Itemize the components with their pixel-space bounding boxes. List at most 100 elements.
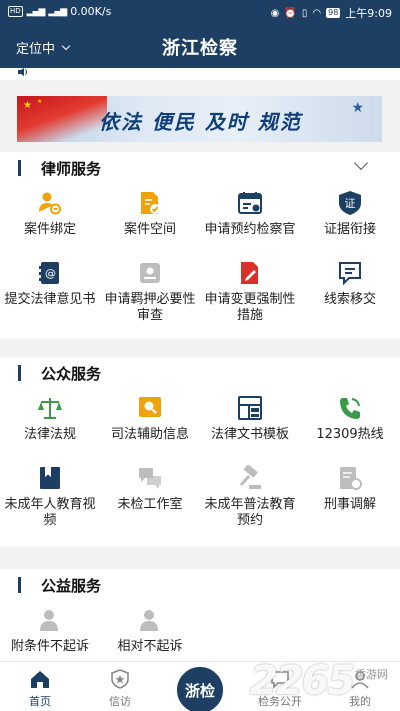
section-header: 公众服务 [0, 357, 400, 387]
template-grid-icon [237, 395, 263, 421]
clock: 上午9:09 [345, 7, 392, 20]
banner[interactable]: ★ ★ 依法 便民 及时 规范 ★ [17, 96, 382, 142]
tab-label: 我的 [349, 695, 371, 708]
lawyer-services-card: 律师服务 案件绑定 案件空间 申请预约检察官证证据衔接 @ 提交法律意见书 申请羁押必要性… [0, 152, 400, 339]
document-check-icon [137, 190, 163, 216]
service-item[interactable]: 申请羁押必要性审查 [100, 260, 200, 330]
service-label: 线索移交 [323, 292, 376, 307]
section-header: 律师服务 [0, 152, 400, 182]
user-icon [351, 671, 369, 689]
welfare-services-card: 公益服务 附条件不起诉 相对不起诉 [0, 569, 400, 664]
service-label: 未检工作室 [117, 497, 183, 512]
service-item[interactable]: 相对不起诉 [100, 607, 200, 664]
vibrate-icon: ▯ [301, 7, 308, 19]
banner-slogan: 依法 便民 及时 规范 [99, 110, 302, 134]
service-item[interactable]: 司法辅助信息 [100, 395, 200, 465]
service-label: 附条件不起诉 [10, 639, 89, 654]
section-accent-bar [18, 160, 21, 176]
section-accent-bar [18, 365, 21, 381]
speaker-icon [18, 68, 27, 76]
section-title: 公众服务 [41, 365, 102, 383]
service-item[interactable]: 未成年人教育视频 [0, 465, 100, 535]
service-item[interactable]: 法律文书模板 [200, 395, 300, 465]
service-item[interactable]: @ 提交法律意见书 [0, 260, 100, 330]
service-label: 申请变更强制性措施 [204, 292, 296, 323]
address-book-icon: @ [37, 260, 63, 286]
calendar-icon [237, 190, 263, 216]
tab-petition[interactable]: 信访 [80, 662, 160, 711]
service-item[interactable]: 未成年普法教育预约 [200, 465, 300, 535]
chat-bubbles-icon [137, 465, 163, 491]
info-search-icon [137, 395, 163, 421]
gavel-icon [237, 465, 263, 491]
section-title: 公益服务 [41, 577, 102, 595]
status-bar: HD ▂▄▆ ▂▄▆ 0.00K/s ◉ ⏰ ▯ ◠ 98 上午9:09 [0, 0, 400, 24]
home-icon [31, 671, 49, 688]
service-label: 证据衔接 [323, 222, 376, 237]
service-label: 提交法律意见书 [4, 292, 96, 307]
chevron-down-icon[interactable] [353, 155, 369, 171]
section-header: 公益服务 [0, 569, 400, 599]
signal-icon: ▂▄▆ [26, 6, 46, 17]
service-item[interactable]: 未检工作室 [100, 465, 200, 535]
tab-label: 检务公开 [258, 695, 302, 708]
service-item[interactable]: 线索移交 [300, 260, 400, 330]
phone-icon [337, 395, 363, 421]
tab-label: 信访 [109, 695, 131, 708]
message-lines-icon [337, 260, 363, 286]
tab-home[interactable]: 首页 [0, 662, 80, 711]
service-label: 法律法规 [23, 427, 76, 442]
small-star-icon: ★ [37, 98, 43, 105]
chat-icon [271, 671, 289, 689]
alarm-icon: ⏰ [284, 7, 297, 19]
lawyer-services-grid: 案件绑定 案件空间 申请预约检察官证证据衔接 @ 提交法律意见书 申请羁押必要性审查 申请变… [0, 190, 400, 330]
mediation-doc-icon [337, 465, 363, 491]
notice-bar[interactable] [0, 68, 400, 80]
service-item[interactable]: 刑事调解 [300, 465, 400, 535]
service-label: 司法辅助信息 [110, 427, 189, 442]
tab-label: 首页 [29, 695, 51, 708]
scales-icon [37, 395, 63, 421]
star-icon: ★ [23, 100, 32, 111]
service-label: 未成年人教育视频 [4, 497, 96, 528]
form-icon [137, 260, 163, 286]
service-item[interactable]: 申请预约检察官 [200, 190, 300, 260]
section-accent-bar [18, 577, 21, 593]
center-logo-button[interactable]: 浙检 [174, 664, 226, 711]
service-label: 法律文书模板 [210, 427, 289, 442]
service-item[interactable]: 证证据衔接 [300, 190, 400, 260]
emblem-icon: ★ [351, 100, 364, 116]
battery-level: 98 [326, 8, 341, 18]
signal-icon-2: ▂▄▆ [48, 6, 67, 17]
service-label: 案件绑定 [23, 222, 76, 237]
public-services-card: 公众服务 法律法规 司法辅助信息 法律文书模板 12309热线未成年人教育视频 未检工作… [0, 357, 400, 547]
person-condition-icon [37, 607, 63, 633]
star-badge-icon [111, 669, 129, 689]
flag-graphic: ★ ★ [17, 96, 107, 142]
public-services-grid: 法律法规 司法辅助信息 法律文书模板 12309热线未成年人教育视频 未检工作室 未成年普… [0, 395, 400, 535]
hd-badge: HD [8, 6, 23, 17]
service-label: 案件空间 [123, 222, 176, 237]
welfare-services-grid: 附条件不起诉 相对不起诉 [0, 607, 400, 664]
service-label: 刑事调解 [323, 497, 376, 512]
tab-affairs[interactable]: 检务公开 [240, 662, 320, 711]
service-label: 12309热线 [316, 427, 384, 442]
service-item[interactable]: 附条件不起诉 [0, 607, 100, 664]
service-item[interactable]: 案件空间 [100, 190, 200, 260]
wifi-icon: ◠ [312, 7, 322, 19]
page-title: 浙江检察 [162, 38, 238, 59]
svg-text:@: @ [45, 267, 56, 280]
service-label: 申请预约检察官 [204, 222, 296, 237]
service-item[interactable]: 法律法规 [0, 395, 100, 465]
service-item[interactable]: 申请变更强制性措施 [200, 260, 300, 330]
eye-icon: ◉ [270, 7, 280, 19]
tab-mine[interactable]: 我的 [320, 662, 400, 711]
svg-text:证: 证 [345, 197, 356, 210]
service-label: 未成年普法教育预约 [204, 497, 296, 528]
app-header: HD ▂▄▆ ▂▄▆ 0.00K/s ◉ ⏰ ▯ ◠ 98 上午9:09 定位中… [0, 0, 400, 68]
service-item[interactable]: 12309热线 [300, 395, 400, 465]
service-item[interactable]: 案件绑定 [0, 190, 100, 260]
evidence-badge-icon: 证 [337, 190, 363, 216]
service-label: 申请羁押必要性审查 [104, 292, 196, 323]
network-speed: 0.00K/s [70, 5, 112, 18]
